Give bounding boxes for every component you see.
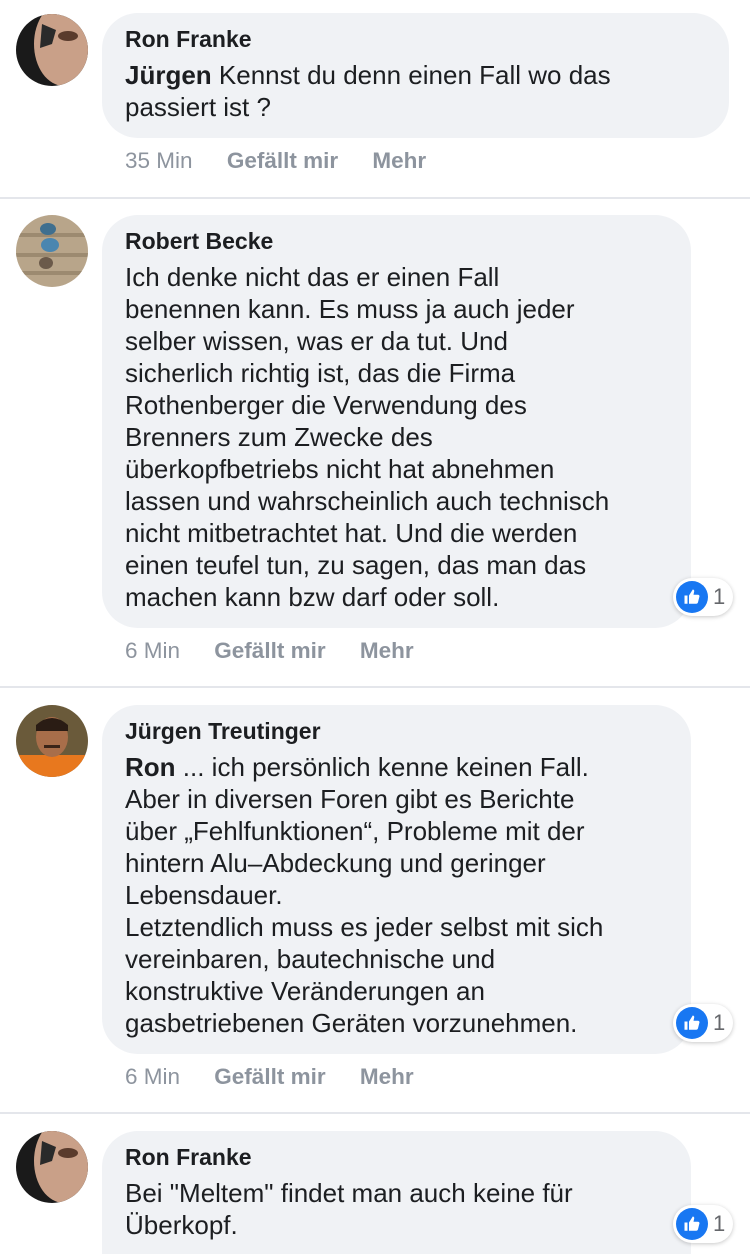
avatar-robert-becke[interactable] [16,215,88,287]
comment-text: Ron ... ich persönlich kenne keinen Fall… [125,751,667,1039]
comment-actions: 35 Min Gefällt mir Mehr [125,146,454,176]
reaction-badge[interactable]: 1 [673,1004,734,1042]
reaction-count: 1 [713,1211,726,1236]
comment-author[interactable]: Ron Franke [125,25,705,53]
comment-time[interactable]: 6 Min [125,1062,180,1092]
more-button[interactable]: Mehr [360,1062,414,1092]
avatar-ron-franke[interactable] [16,1131,88,1203]
comment-actions: 6 Min Gefällt mir Mehr [125,636,442,666]
reaction-count: 1 [713,1010,726,1035]
comment-body: Bei "Meltem" findet man auch keine für Ü… [125,1178,573,1240]
thumbs-up-icon [676,1007,708,1039]
comment-actions: 6 Min Gefällt mir Mehr [125,1062,442,1092]
avatar-image [16,705,88,777]
reaction-count: 1 [713,584,726,609]
more-button[interactable]: Mehr [372,146,426,176]
comment-bubble: Ron Franke Jürgen Kennst du denn einen F… [102,13,729,138]
comment-body: Ich denke nicht das er einen Fall benenn… [125,262,610,612]
divider [0,1112,750,1114]
reaction-badge[interactable]: 1 [673,578,734,616]
comment-time[interactable]: 35 Min [125,146,193,176]
divider [0,686,750,688]
like-button[interactable]: Gefällt mir [227,146,338,176]
mention-link[interactable]: Jürgen [125,60,212,90]
more-button[interactable]: Mehr [360,636,414,666]
avatar-image [16,1131,88,1203]
comment-time[interactable]: 6 Min [125,636,180,666]
thumbs-up-icon [676,581,708,613]
comment-body: ... ich persönlich kenne keinen Fall. Ab… [125,752,604,1038]
avatar-ron-franke[interactable] [16,14,88,86]
avatar-image [16,14,88,86]
like-button[interactable]: Gefällt mir [214,636,325,666]
divider [0,197,750,199]
comment-author[interactable]: Jürgen Treutinger [125,717,667,745]
avatar-image [16,215,88,287]
comment-bubble: Jürgen Treutinger Ron ... ich persönlich… [102,705,691,1054]
reaction-badge[interactable]: 1 [673,1205,734,1243]
comment-author[interactable]: Ron Franke [125,1143,667,1171]
thumbs-up-icon [676,1208,708,1240]
avatar-juergen-treutinger[interactable] [16,705,88,777]
like-button[interactable]: Gefällt mir [214,1062,325,1092]
comment-bubble: Robert Becke Ich denke nicht das er eine… [102,215,691,628]
comment-bubble: Ron Franke Bei "Meltem" findet man auch … [102,1131,691,1254]
comment-author[interactable]: Robert Becke [125,227,667,255]
mention-link[interactable]: Ron [125,752,176,782]
comment-text: Jürgen Kennst du denn einen Fall wo das … [125,59,705,123]
